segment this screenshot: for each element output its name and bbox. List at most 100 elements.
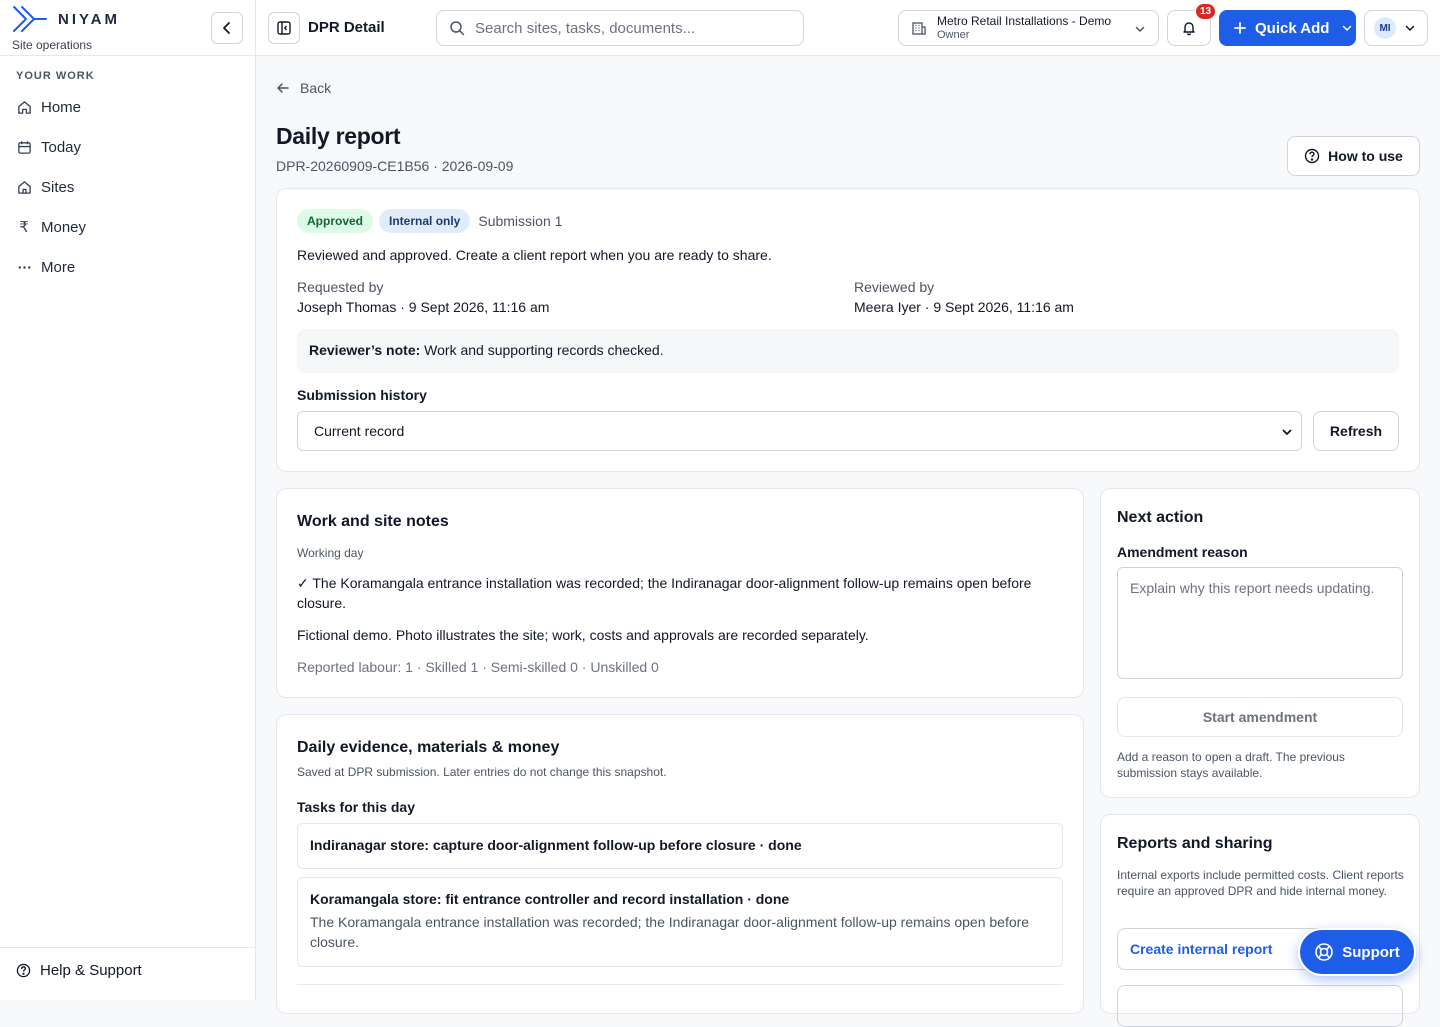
- section-label: YOUR WORK: [16, 70, 95, 82]
- building-icon: [16, 179, 32, 195]
- task-item[interactable]: Indiranagar store: capture door-alignmen…: [297, 823, 1063, 869]
- help-icon: [16, 963, 31, 978]
- requested-by-value: Joseph Thomas · 9 Sept 2026, 11:16 am: [297, 299, 550, 315]
- support-button[interactable]: Support: [1298, 928, 1416, 976]
- section-divider: [297, 984, 1063, 985]
- work-notes-card: Work and site notes Working day ✓ The Ko…: [276, 488, 1084, 698]
- help-circle-icon: [1304, 148, 1320, 164]
- niyam-logo-icon: [12, 4, 48, 34]
- calendar-icon: [16, 139, 32, 155]
- help-label: Help & Support: [40, 962, 142, 979]
- arrow-left-icon: [276, 81, 290, 95]
- sidebar-item-label: Money: [41, 218, 87, 236]
- amendment-reason-label: Amendment reason: [1117, 544, 1248, 560]
- sidebar-item-label: Sites: [41, 178, 75, 196]
- avatar: MI: [1374, 17, 1396, 39]
- submission-history-select[interactable]: Current record: [297, 411, 1302, 451]
- next-action-card: Next action Amendment reason Start amend…: [1100, 488, 1420, 798]
- sidebar-divider: [0, 55, 256, 56]
- more-icon: [16, 259, 32, 275]
- chevron-down-icon: [1134, 23, 1146, 35]
- quick-add-button[interactable]: Quick Add: [1219, 10, 1356, 46]
- chevron-down-icon: [1281, 426, 1293, 438]
- daily-evidence-card: Daily evidence, materials & money Saved …: [276, 714, 1084, 1014]
- requested-by-label: Requested by: [297, 279, 384, 295]
- brand-name: NIYAM: [58, 10, 120, 28]
- sidebar-item-more[interactable]: More: [8, 247, 248, 287]
- status-badge: Approved: [297, 209, 374, 233]
- chevron-down-icon: [1404, 22, 1416, 34]
- sidebar-nav: Home Today Sites ₹ Money More: [8, 87, 248, 287]
- refresh-button[interactable]: Refresh: [1313, 411, 1399, 451]
- demo-disclaimer: Fictional demo. Photo illustrates the si…: [297, 627, 869, 643]
- chevron-down-icon: [1341, 22, 1353, 34]
- help-support-link[interactable]: Help & Support: [16, 962, 142, 979]
- how-to-use-button[interactable]: How to use: [1287, 136, 1420, 176]
- sidebar-bottom-divider: [0, 947, 256, 948]
- sidebar-item-label: More: [41, 258, 76, 276]
- reviewer-note-label: Reviewer’s note:: [309, 342, 421, 358]
- task-title: Koramangala store: fit entrance controll…: [310, 891, 790, 907]
- chevron-left-icon: [220, 21, 234, 35]
- panel-icon: [276, 20, 292, 36]
- reports-sharing-card: Reports and sharing Internal exports inc…: [1100, 814, 1420, 1027]
- back-label: Back: [300, 80, 332, 96]
- reviewed-by-value: Meera Iyer · 9 Sept 2026, 11:16 am: [854, 299, 1074, 315]
- brand[interactable]: NIYAM Site operations: [12, 4, 120, 52]
- amendment-reason-input[interactable]: [1117, 567, 1403, 679]
- labour-summary: Reported labour: 1 · Skilled 1 · Semi-sk…: [297, 659, 659, 675]
- organization-icon: [911, 20, 927, 36]
- organization-role: Owner: [937, 28, 970, 41]
- task-description: The Koramangala entrance installation wa…: [310, 914, 1030, 950]
- home-icon: [16, 99, 32, 115]
- reviewed-by-label: Reviewed by: [854, 279, 935, 295]
- reviewer-note: Reviewer’s note: Work and supporting rec…: [297, 329, 1399, 373]
- user-menu-button[interactable]: MI: [1364, 10, 1428, 46]
- sidebar-item-label: Home: [41, 98, 82, 116]
- reviewer-note-text: Work and supporting records checked.: [424, 342, 664, 358]
- snapshot-note: Saved at DPR submission. Later entries d…: [297, 765, 667, 779]
- bell-icon: [1181, 20, 1197, 36]
- page-title: Daily report: [276, 123, 401, 149]
- search-input[interactable]: [475, 19, 775, 37]
- reports-description: Internal exports include permitted costs…: [1117, 868, 1404, 898]
- reports-title: Reports and sharing: [1117, 835, 1273, 852]
- day-type: Working day: [297, 546, 364, 560]
- sidebar-item-sites[interactable]: Sites: [8, 167, 248, 207]
- submission-history-label: Submission history: [297, 387, 427, 403]
- start-amendment-button[interactable]: Start amendment: [1117, 697, 1403, 737]
- collapse-sidebar-button[interactable]: [211, 12, 243, 44]
- report-id-date: DPR-20260909-CE1B56 · 2026-09-09: [276, 158, 514, 174]
- organization-switcher[interactable]: Metro Retail Installations - Demo Owner: [898, 10, 1159, 46]
- work-notes-title: Work and site notes: [297, 513, 449, 530]
- status-message: Reviewed and approved. Create a client r…: [297, 247, 772, 263]
- organization-name: Metro Retail Installations - Demo: [937, 13, 1112, 28]
- client-report-button[interactable]: [1117, 985, 1403, 1027]
- support-label: Support: [1342, 943, 1400, 961]
- visibility-badge: Internal only: [379, 209, 471, 233]
- submission-number: Submission 1: [478, 213, 563, 229]
- toggle-panel-button[interactable]: [268, 12, 300, 44]
- plus-icon: [1233, 21, 1247, 35]
- notification-count-badge: 13: [1195, 3, 1217, 20]
- sidebar-item-today[interactable]: Today: [8, 127, 248, 167]
- task-item[interactable]: Koramangala store: fit entrance controll…: [297, 877, 1063, 967]
- search-bar[interactable]: [436, 10, 804, 46]
- lifebuoy-icon: [1314, 942, 1334, 962]
- submission-history-value: Current record: [314, 423, 405, 439]
- sidebar-item-home[interactable]: Home: [8, 87, 248, 127]
- approval-status-card: Approved Internal only Submission 1 Revi…: [276, 188, 1420, 472]
- back-link[interactable]: Back: [276, 80, 331, 96]
- evidence-title: Daily evidence, materials & money: [297, 739, 560, 756]
- page-header-title: DPR Detail: [308, 19, 385, 36]
- sidebar: NIYAM Site operations YOUR WORK Home Tod…: [0, 0, 256, 1000]
- sidebar-item-label: Today: [41, 138, 82, 156]
- sidebar-item-money[interactable]: ₹ Money: [8, 207, 248, 247]
- next-action-title: Next action: [1117, 509, 1204, 526]
- work-summary: ✓ The Koramangala entrance installation …: [297, 575, 1032, 611]
- how-to-use-label: How to use: [1328, 148, 1403, 164]
- quick-add-label: Quick Add: [1255, 19, 1330, 37]
- amendment-help-text: Add a reason to open a draft. The previo…: [1117, 750, 1345, 780]
- brand-subtitle: Site operations: [12, 38, 93, 52]
- tasks-label: Tasks for this day: [297, 799, 416, 815]
